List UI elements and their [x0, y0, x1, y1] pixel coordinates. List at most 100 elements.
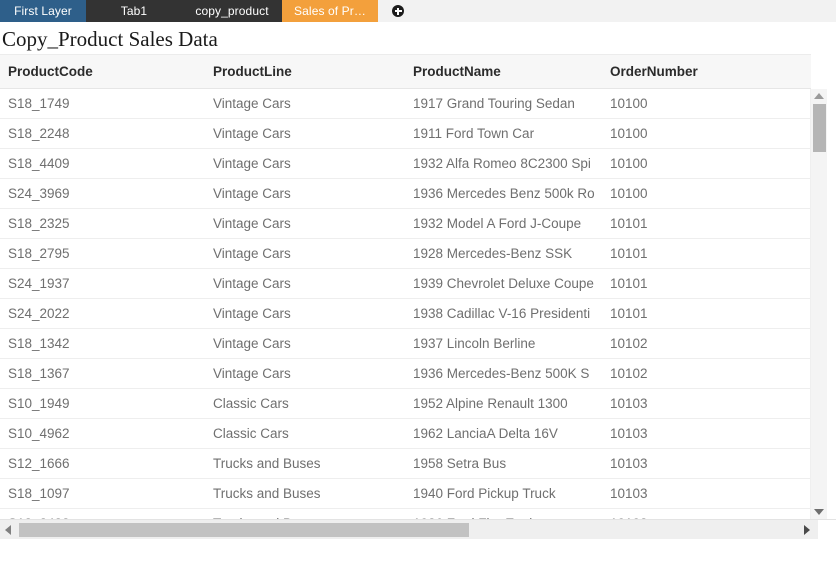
- tab-copy-product-label: copy_product: [195, 4, 269, 18]
- table-viewport: ProductCode ProductLine ProductName Orde…: [0, 54, 811, 519]
- column-header-truncated[interactable]: Pro: [810, 54, 811, 89]
- cell-productline: Vintage Cars: [205, 88, 405, 119]
- caret-up-icon[interactable]: [814, 93, 824, 99]
- table-row[interactable]: S24_2022 Vintage Cars 1938 Cadillac V-16 P…: [0, 298, 811, 329]
- table-row[interactable]: S18_1367 Vintage Cars 1936 Mercedes-Benz 5…: [0, 358, 811, 389]
- column-header-ordernumber[interactable]: OrderNumber: [602, 54, 810, 89]
- vertical-scrollbar[interactable]: [810, 89, 827, 519]
- tab-tab1[interactable]: Tab1: [86, 0, 182, 22]
- scrollbar-corner: [818, 520, 836, 539]
- cell-productname: 1928 Mercedes-Benz SSK: [405, 238, 602, 269]
- cell-ordernumber: 10101: [602, 268, 810, 299]
- cell-productname: 1911 Ford Town Car: [405, 118, 602, 149]
- cell-productcode: S10_1949: [0, 388, 205, 419]
- cell-ordernumber: 10101: [602, 208, 810, 239]
- plus-circle-icon: [392, 5, 404, 17]
- cell-productcode: S18_1367: [0, 358, 205, 389]
- cell-productcode: S24_3969: [0, 178, 205, 209]
- cell-productcode: S24_1937: [0, 268, 205, 299]
- cell-productname: 1939 Chevrolet Deluxe Coupe: [405, 268, 602, 299]
- cell-ordernumber: 10103: [602, 478, 810, 509]
- cell-productline: Vintage Cars: [205, 238, 405, 269]
- cell-productcode: S10_4962: [0, 418, 205, 449]
- cell-productcode: S18_4409: [0, 148, 205, 179]
- horizontal-scrollbar-thumb[interactable]: [19, 523, 469, 537]
- cell-ordernumber: 10100: [602, 88, 810, 119]
- cell-productcode: S24_2022: [0, 298, 205, 329]
- cell-productline: Trucks and Buses: [205, 478, 405, 509]
- cell-ordernumber: 10101: [602, 298, 810, 329]
- cell-productname: 1936 Mercedes Benz 500k Ro: [405, 178, 602, 209]
- cell-productline: Classic Cars: [205, 388, 405, 419]
- cell-productline: Vintage Cars: [205, 268, 405, 299]
- tab-first-layer-label: First Layer: [14, 4, 72, 18]
- cell-ordernumber: 10101: [602, 238, 810, 269]
- cell-productcode: S18_2248: [0, 118, 205, 149]
- caret-right-icon[interactable]: [804, 524, 810, 535]
- cell-productname: 1937 Lincoln Berline: [405, 328, 602, 359]
- table-right-gutter: [827, 54, 836, 539]
- data-table-container: ProductCode ProductLine ProductName Orde…: [0, 54, 836, 539]
- cell-productline: Vintage Cars: [205, 148, 405, 179]
- table-row[interactable]: S18_1097 Trucks and Buses 1940 Ford Pickup…: [0, 478, 811, 509]
- cell-productline: Vintage Cars: [205, 328, 405, 359]
- cell-productcode: S18_2325: [0, 208, 205, 239]
- tab-sales-of-products[interactable]: Sales of Pr…: [282, 0, 378, 22]
- cell-ordernumber: 10103: [602, 418, 810, 449]
- table-row[interactable]: S24_3969 Vintage Cars 1936 Mercedes Benz 5…: [0, 178, 811, 209]
- cell-productname: 1952 Alpine Renault 1300: [405, 388, 602, 419]
- table-row[interactable]: S18_2795 Vintage Cars 1928 Mercedes-Benz S…: [0, 238, 811, 269]
- tab-copy-product[interactable]: copy_product: [182, 0, 282, 22]
- cell-productname: 1936 Mercedes-Benz 500K S: [405, 358, 602, 389]
- table-row[interactable]: S10_1949 Classic Cars 1952 Alpine Renault …: [0, 388, 811, 419]
- table-header-row: ProductCode ProductLine ProductName Orde…: [0, 54, 811, 89]
- cell-productcode: S18_2795: [0, 238, 205, 269]
- add-tab-button[interactable]: [378, 0, 418, 22]
- column-header-productname[interactable]: ProductName: [405, 54, 602, 89]
- cell-productline: Vintage Cars: [205, 298, 405, 329]
- cell-productname: 1917 Grand Touring Sedan: [405, 88, 602, 119]
- table-body: S18_1749 Vintage Cars 1917 Grand Touring S…: [0, 88, 811, 519]
- cell-productname: 1926 Ford Fire Engine: [405, 508, 602, 519]
- table-row[interactable]: S24_1937 Vintage Cars 1939 Chevrolet Delux…: [0, 268, 811, 299]
- table-row[interactable]: S18_2248 Vintage Cars 1911 Ford Town Car 10…: [0, 118, 811, 149]
- cell-productcode: S12_1666: [0, 448, 205, 479]
- caret-down-icon[interactable]: [814, 509, 824, 515]
- table-row[interactable]: S10_4962 Classic Cars 1962 LanciaA Delta 1…: [0, 418, 811, 449]
- cell-productname: 1962 LanciaA Delta 16V: [405, 418, 602, 449]
- caret-left-icon[interactable]: [5, 524, 11, 535]
- cell-productcode: S18_1342: [0, 328, 205, 359]
- table-row[interactable]: S18_2325 Vintage Cars 1932 Model A Ford J-…: [0, 208, 811, 239]
- column-header-productline[interactable]: ProductLine: [205, 54, 405, 89]
- table-header: ProductCode ProductLine ProductName Orde…: [0, 54, 811, 89]
- cell-productname: 1932 Model A Ford J-Coupe: [405, 208, 602, 239]
- tab-sales-of-products-label: Sales of Pr…: [294, 4, 366, 18]
- cell-productline: Vintage Cars: [205, 118, 405, 149]
- table-row[interactable]: S12_1666 Trucks and Buses 1958 Setra Bus 10…: [0, 448, 811, 479]
- table-row[interactable]: S18_1749 Vintage Cars 1917 Grand Touring S…: [0, 88, 811, 119]
- cell-productline: Vintage Cars: [205, 358, 405, 389]
- tab-first-layer[interactable]: First Layer: [0, 0, 86, 22]
- table-row[interactable]: S18_1342 Vintage Cars 1937 Lincoln Berline…: [0, 328, 811, 359]
- cell-productline: Vintage Cars: [205, 178, 405, 209]
- cell-productline: Classic Cars: [205, 418, 405, 449]
- column-header-productcode[interactable]: ProductCode: [0, 54, 205, 89]
- cell-productname: 1932 Alfa Romeo 8C2300 Spi: [405, 148, 602, 179]
- vertical-scrollbar-thumb[interactable]: [813, 104, 826, 152]
- cell-ordernumber: 10100: [602, 148, 810, 179]
- tab-bar: First Layer Tab1 copy_product Sales of P…: [0, 0, 836, 22]
- table-row[interactable]: S18_2432Trucks and Buses1926 Ford Fire E…: [0, 508, 811, 519]
- tab-tab1-label: Tab1: [120, 4, 148, 18]
- page-title: Copy_Product Sales Data: [2, 27, 218, 51]
- table-row[interactable]: S18_4409 Vintage Cars 1932 Alfa Romeo 8C23…: [0, 148, 811, 179]
- cell-ordernumber: 10100: [602, 118, 810, 149]
- cell-productname: 1958 Setra Bus: [405, 448, 602, 479]
- cell-productline: Trucks and Buses: [205, 448, 405, 479]
- cell-productline: Trucks and Buses: [205, 508, 405, 519]
- cell-ordernumber: 10103: [602, 508, 810, 519]
- cell-ordernumber: 10100: [602, 178, 810, 209]
- cell-ordernumber: 10102: [602, 328, 810, 359]
- horizontal-scrollbar[interactable]: [0, 519, 836, 539]
- cell-ordernumber: 10102: [602, 358, 810, 389]
- cell-productname: 1940 Ford Pickup Truck: [405, 478, 602, 509]
